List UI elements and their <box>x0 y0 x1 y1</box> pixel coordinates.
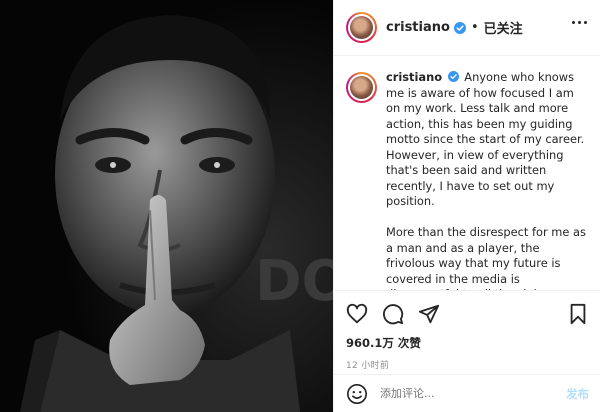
post-header: cristiano • 已关注 <box>334 0 600 56</box>
post-caption: cristiano Anyone who knows me is aware o… <box>334 56 600 290</box>
verified-badge-icon <box>447 71 459 82</box>
avatar-image <box>350 16 373 39</box>
avatar-image <box>350 76 373 99</box>
svg-text:DO: DO <box>255 249 333 314</box>
heart-icon[interactable] <box>346 303 368 325</box>
header-username[interactable]: cristiano <box>386 20 450 35</box>
instagram-post: DO cristiano • 已关注 cristiano Anyone who … <box>0 0 600 412</box>
more-options-icon[interactable] <box>572 21 587 24</box>
post-timestamp[interactable]: 12 小时前 <box>346 358 589 371</box>
post-photo[interactable]: DO <box>0 0 333 412</box>
photo-illustration: DO <box>0 0 333 412</box>
follow-status-button[interactable]: 已关注 <box>484 18 523 37</box>
caption-avatar[interactable] <box>346 72 377 103</box>
comment-input[interactable] <box>380 387 566 400</box>
avatar[interactable] <box>346 12 377 43</box>
caption-text: cristiano Anyone who knows me is aware o… <box>386 70 591 290</box>
caption-paragraph-2: More than the disrespect for me as a man… <box>386 225 586 290</box>
caption-paragraph-1: Anyone who knows me is aware of how focu… <box>386 70 585 208</box>
emoji-icon[interactable] <box>346 383 368 405</box>
bookmark-icon[interactable] <box>567 303 589 325</box>
verified-badge-icon <box>453 21 466 34</box>
post-side-panel: cristiano • 已关注 cristiano Anyone who kno… <box>333 0 600 412</box>
share-icon[interactable] <box>418 303 440 325</box>
likes-count[interactable]: 960.1万 次赞 <box>346 335 589 351</box>
action-icons <box>346 301 589 327</box>
header-separator: • <box>470 20 479 35</box>
comment-bar: 发布 <box>334 374 600 412</box>
comment-icon[interactable] <box>382 303 404 325</box>
post-comment-button[interactable]: 发布 <box>566 386 589 402</box>
caption-username[interactable]: cristiano <box>386 70 442 84</box>
